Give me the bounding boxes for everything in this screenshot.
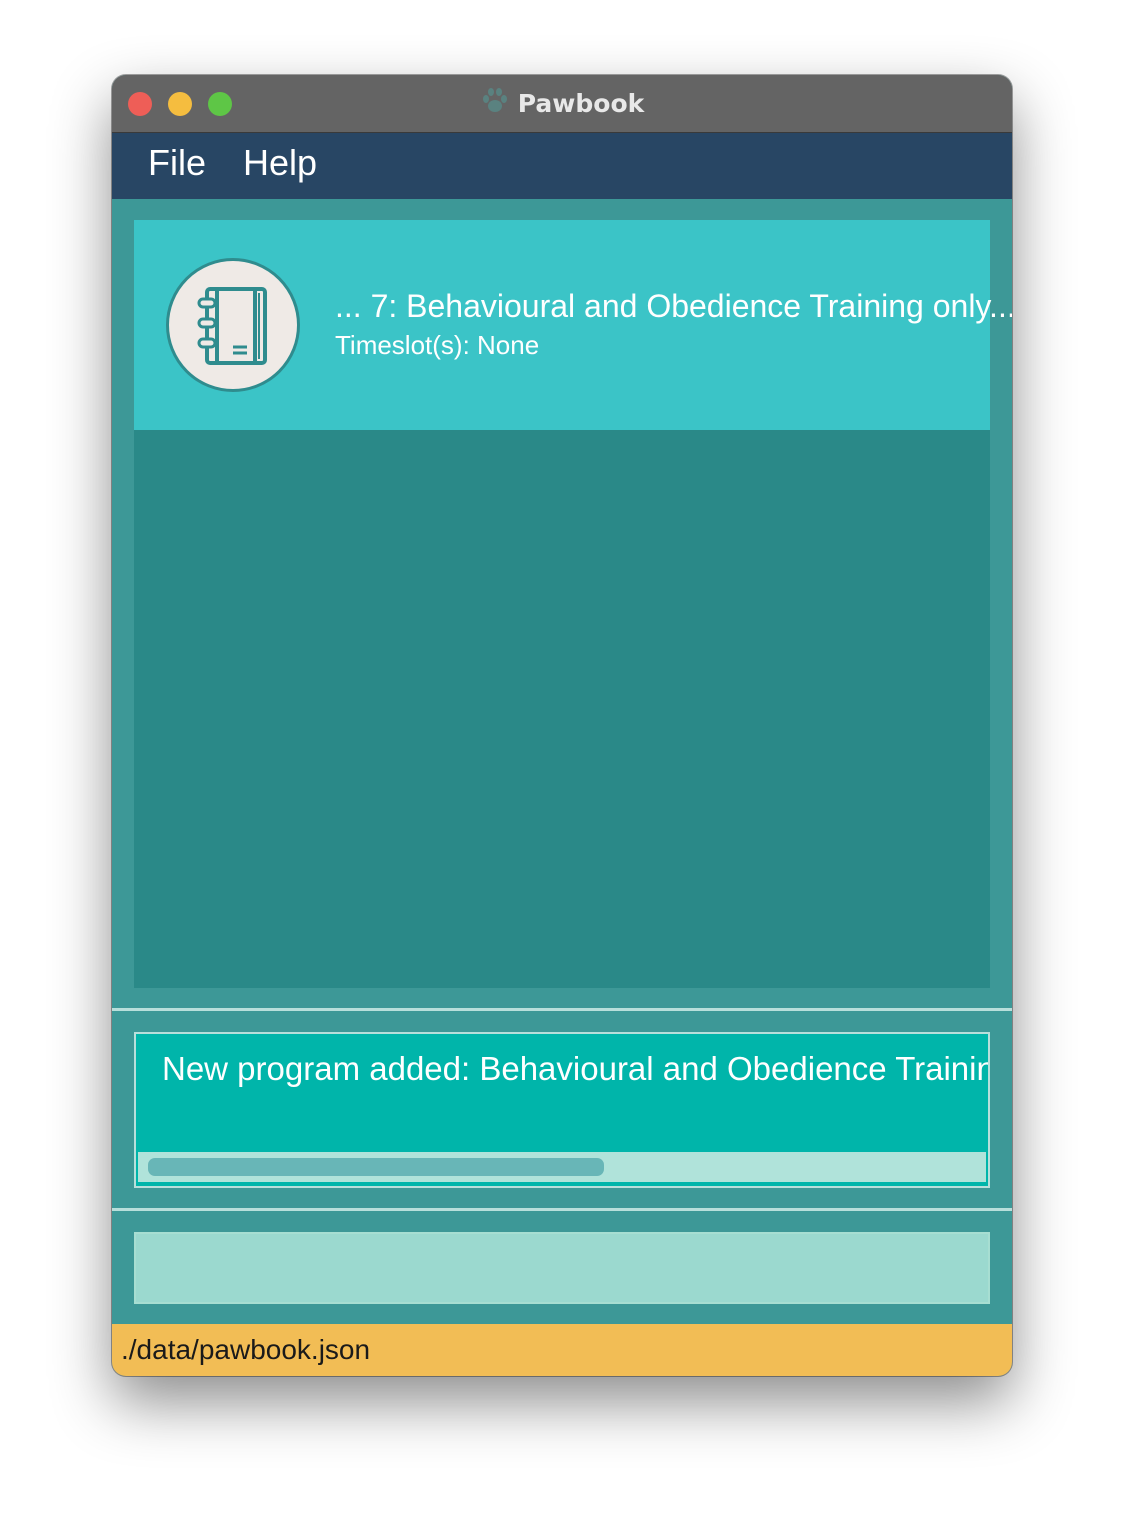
scrollbar-thumb[interactable] <box>148 1158 604 1176</box>
paw-icon <box>480 86 510 121</box>
divider <box>112 1008 1012 1011</box>
menu-file[interactable]: File <box>148 142 206 184</box>
menu-help[interactable]: Help <box>243 142 317 184</box>
notebook-icon <box>166 258 300 392</box>
status-bar: ./data/pawbook.json <box>112 1324 1012 1376</box>
menu-bar: File Help <box>112 133 1012 199</box>
divider <box>112 1208 1012 1211</box>
horizontal-scrollbar[interactable] <box>138 1152 986 1182</box>
result-display: New program added: Behavioural and Obedi… <box>134 1032 990 1188</box>
command-box[interactable] <box>134 1232 990 1304</box>
program-timeslot: Timeslot(s): None <box>335 330 540 360</box>
title-bar: Pawbook <box>112 75 1012 133</box>
program-card[interactable]: ... 7: Behavioural and Obedience Trainin… <box>134 220 1012 430</box>
window-title: Pawbook <box>517 89 645 118</box>
result-text: New program added: Behavioural and Obedi… <box>162 1050 990 1087</box>
program-title: ... 7: Behavioural and Obedience Trainin… <box>335 288 1012 324</box>
window-title-wrap: Pawbook <box>112 75 1012 132</box>
command-input[interactable] <box>136 1234 988 1302</box>
program-list[interactable]: ... 7: Behavioural and Obedience Trainin… <box>134 220 1012 988</box>
save-location: ./data/pawbook.json <box>121 1334 371 1365</box>
app-window: Pawbook File Help ... 7: Behavioural and… <box>112 75 1012 1376</box>
